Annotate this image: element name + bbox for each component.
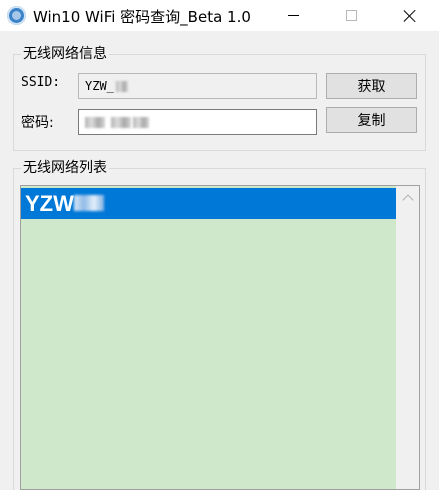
get-button[interactable]: 获取 [326, 73, 417, 99]
close-icon [403, 9, 417, 23]
wifi-list-group-title: 无线网络列表 [21, 159, 109, 177]
title-bar[interactable]: Win10 WiFi 密码查询_Beta 1.0 [0, 0, 439, 31]
list-item-label: YZW [25, 191, 74, 216]
window-title: Win10 WiFi 密码查询_Beta 1.0 [33, 8, 251, 26]
main-window: Win10 WiFi 密码查询_Beta 1.0 无线网络信息 SSID: YZ… [0, 0, 439, 490]
password-label: 密码: [21, 115, 54, 131]
close-button[interactable] [387, 0, 433, 31]
wifi-info-group-title: 无线网络信息 [21, 45, 109, 63]
redacted-blur [85, 117, 105, 128]
maximize-button[interactable] [328, 0, 374, 31]
chevron-up-icon [401, 193, 414, 206]
redacted-blur [111, 117, 131, 128]
redacted-blur [73, 195, 104, 212]
wifi-listbox[interactable]: YZW [20, 185, 420, 490]
redacted-blur [115, 81, 128, 92]
wifi-info-group: 无线网络信息 [13, 45, 426, 151]
ssid-value: YZW_ [85, 79, 114, 93]
ssid-field[interactable]: YZW_ [78, 73, 317, 99]
vertical-scrollbar[interactable] [396, 186, 419, 489]
password-field[interactable] [78, 109, 317, 135]
minimize-button[interactable] [270, 0, 316, 31]
maximize-icon [345, 10, 357, 21]
list-item[interactable]: YZW [21, 188, 396, 219]
minimize-icon [287, 15, 299, 16]
copy-button[interactable]: 复制 [326, 107, 417, 133]
redacted-blur [133, 117, 149, 128]
scroll-up-button[interactable] [396, 186, 419, 209]
wifi-app-icon [7, 6, 26, 25]
ssid-label: SSID: [21, 75, 61, 90]
